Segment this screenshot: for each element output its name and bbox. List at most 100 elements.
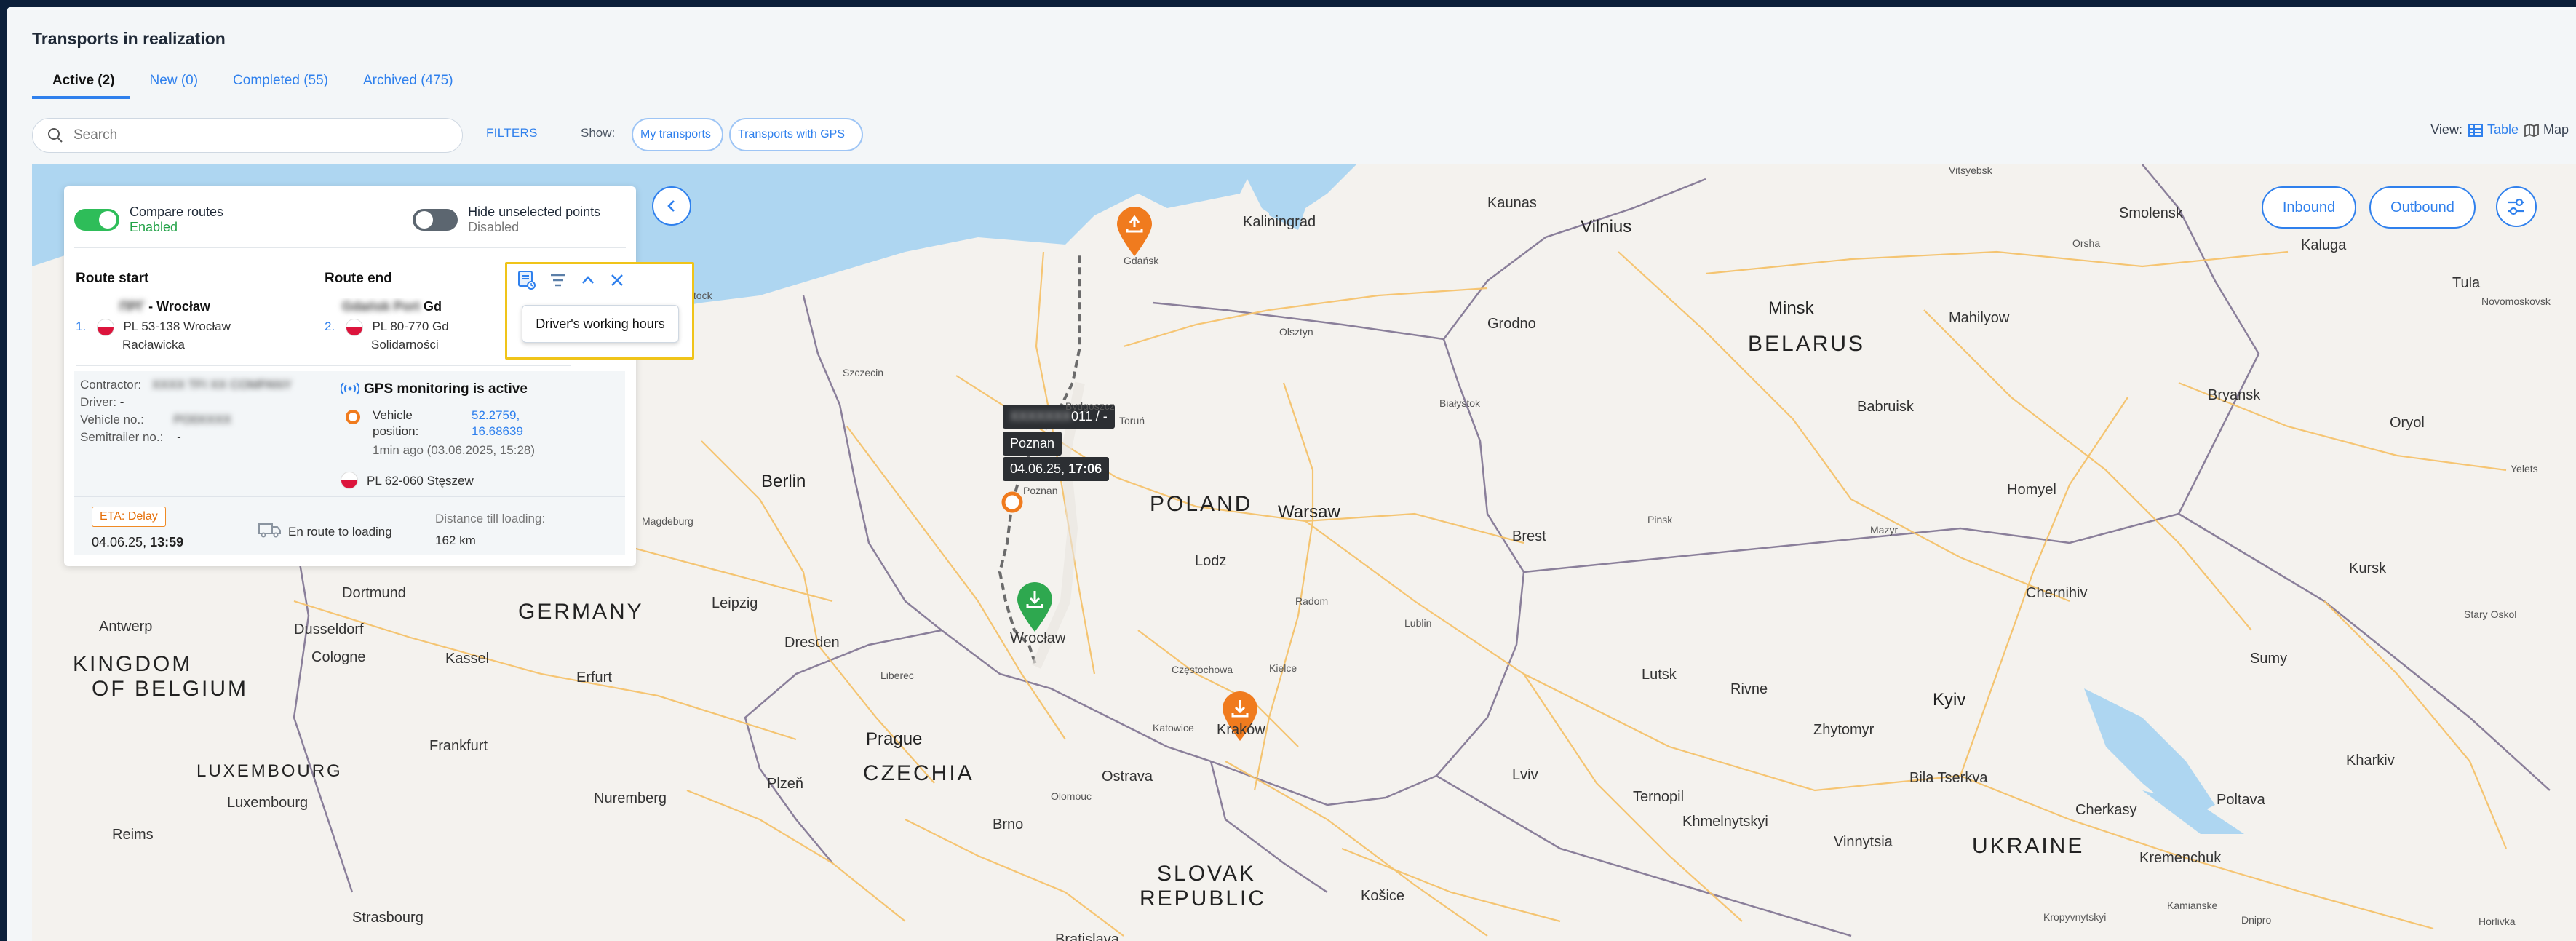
border-czech-slovakia — [1209, 761, 1328, 894]
filters-button[interactable]: FILTERS — [486, 126, 538, 140]
hide-unselected-toggle[interactable] — [413, 209, 458, 231]
end-stop-number: 2. — [325, 319, 335, 333]
border-poland-slovakia — [1210, 760, 1437, 806]
view-label: View: — [2430, 122, 2462, 137]
gps-signal-icon — [341, 382, 359, 395]
start-city: - Wrocław — [148, 299, 210, 314]
chevron-left-icon — [667, 200, 675, 212]
panel-divider — [76, 365, 571, 366]
outbound-button[interactable]: Outbound — [2369, 186, 2476, 229]
end-city-blurred: Gdańsk Port — [342, 299, 421, 314]
close-icon[interactable] — [609, 272, 625, 288]
hide-unselected-label: Hide unselected points — [468, 205, 601, 219]
end-address-line2: Solidarności — [371, 337, 439, 352]
vehicle-coordinates-link[interactable]: 52.2759, 16.68639 — [472, 408, 523, 440]
collapse-panel-button[interactable] — [652, 186, 691, 226]
poland-flag-icon — [96, 318, 114, 336]
my-transports-chip[interactable]: My transports — [632, 118, 723, 151]
last-update-text: 1min ago (03.06.2025, 15:28) — [373, 443, 536, 457]
compare-routes-label: Compare routes — [130, 205, 224, 219]
poland-flag-icon — [341, 472, 358, 489]
border-ukraine-moldova — [1436, 774, 1852, 937]
table-icon — [2468, 123, 2483, 137]
start-address-line2: Racławicka — [122, 337, 185, 352]
tab-bar: Active (2) New (0) Completed (55) Archiv… — [32, 67, 468, 99]
distance-value: 162 km — [435, 533, 476, 547]
route-end-title: Route end — [325, 271, 392, 286]
transports-with-gps-chip[interactable]: Transports with GPS — [729, 118, 863, 151]
vehicle-row: Vehicle no.: PO0XXXX — [80, 413, 232, 426]
poland-flag-icon — [345, 318, 363, 336]
border-belarus-ukraine — [1523, 512, 2179, 573]
hide-unselected-text: Hide unselected points Disabled — [468, 205, 600, 235]
view-switcher: View: Table Map — [2430, 122, 2569, 138]
eta-delay-badge: ETA: Delay — [92, 507, 166, 527]
panel-action-toolbar: Driver's working hours — [505, 262, 694, 360]
curonian-lagoon — [1269, 186, 1313, 230]
vehicle-eta-tag: 04.06.25, 17:06 — [1003, 457, 1110, 481]
border-belarus-russia — [2142, 164, 2260, 515]
show-label: Show: — [581, 126, 616, 140]
tab-new[interactable]: New (0) — [130, 67, 213, 99]
unload-marker-krakow-icon[interactable] — [1220, 690, 1260, 742]
vehicle-location-text: PL 62-060 Stęszew — [367, 474, 474, 488]
vehicle-city-tag: Poznan — [1003, 432, 1062, 456]
app-window: Transports in realization Active (2) New… — [7, 7, 2576, 941]
route-start-block: ПРГ - Wrocław 1. PL 53-138 Wrocław Racła… — [76, 298, 309, 353]
working-hours-tooltip: Driver's working hours — [522, 305, 679, 343]
vehicle-position-icon[interactable] — [1001, 491, 1024, 514]
contractor-row: Contractor: XXXX TFI XX COMPANY — [80, 378, 292, 392]
gps-status-title: GPS monitoring is active — [364, 381, 528, 397]
unload-marker-icon[interactable] — [1114, 205, 1155, 258]
truck-icon — [258, 523, 281, 538]
border-poland-ukraine — [1436, 571, 1525, 777]
compare-routes-text: Compare routes Enabled — [130, 205, 223, 235]
semitrailer-row: Semitrailer no.: - — [80, 430, 181, 444]
border-ukraine-russia — [2178, 512, 2551, 791]
eta-datetime: 04.06.25, 13:59 — [92, 535, 184, 549]
route-end-block: Gdańsk Port Gd 2. PL 80-770 Gd Solidarno… — [325, 298, 499, 353]
map-settings-button[interactable] — [2496, 186, 2537, 227]
vehicle-id-tag: XXXXXXX011 / - — [1003, 405, 1115, 429]
end-city: Gd — [424, 299, 442, 314]
view-map-option[interactable]: Map — [2524, 122, 2569, 138]
map-icon — [2524, 123, 2539, 137]
panel-toggles: Compare routes Enabled Hide unselected p… — [74, 199, 625, 240]
compare-routes-state: Enabled — [130, 220, 178, 234]
search-input[interactable] — [73, 127, 423, 143]
transport-details-panel: Compare routes Enabled Hide unselected p… — [64, 186, 694, 566]
transport-info-block: Contractor: XXXX TFI XX COMPANY Driver: … — [74, 371, 625, 555]
vehicle-position-icon — [346, 410, 360, 424]
border-germany-poland — [802, 295, 942, 631]
info-divider — [74, 496, 625, 497]
border-poland-czech — [941, 630, 1212, 763]
working-hours-icon[interactable] — [517, 270, 536, 290]
list-icon[interactable] — [549, 272, 567, 288]
start-stop-number: 1. — [76, 319, 87, 333]
settings-sliders-icon — [2508, 198, 2524, 215]
tab-active[interactable]: Active (2) — [32, 67, 130, 99]
transport-status: En route to loading — [288, 525, 392, 539]
end-address-line1: PL 80-770 Gd — [372, 319, 449, 333]
tab-archived[interactable]: Archived (475) — [343, 67, 468, 99]
start-address-line1: PL 53-138 Wrocław — [123, 319, 231, 333]
driver-row: Driver: - — [80, 395, 124, 409]
border-poland-belarus — [1442, 338, 1525, 573]
view-table-label: Table — [2486, 122, 2519, 137]
compare-routes-toggle[interactable] — [74, 209, 119, 231]
dnipro-reservoir — [2084, 688, 2215, 819]
hide-unselected-state: Disabled — [468, 220, 520, 234]
chevron-up-icon[interactable] — [580, 272, 596, 288]
view-table-option[interactable]: Table — [2468, 122, 2519, 138]
border-poland-russia — [1152, 301, 1444, 341]
vehicle-position-label: Vehicle position: — [373, 408, 419, 438]
search-box[interactable] — [32, 118, 463, 153]
inbound-button[interactable]: Inbound — [2262, 186, 2356, 229]
map-canvas[interactable]: XXXXXXX011 / - Poznan 04.06.25, 17:06 PO… — [32, 164, 2576, 941]
tab-completed[interactable]: Completed (55) — [212, 67, 343, 99]
distance-label: Distance till loading: — [435, 512, 546, 525]
view-map-label: Map — [2543, 122, 2569, 137]
border-belarus-lithuania — [1443, 178, 1706, 340]
load-marker-icon[interactable] — [1014, 581, 1055, 633]
route-start-title: Route start — [76, 271, 149, 286]
